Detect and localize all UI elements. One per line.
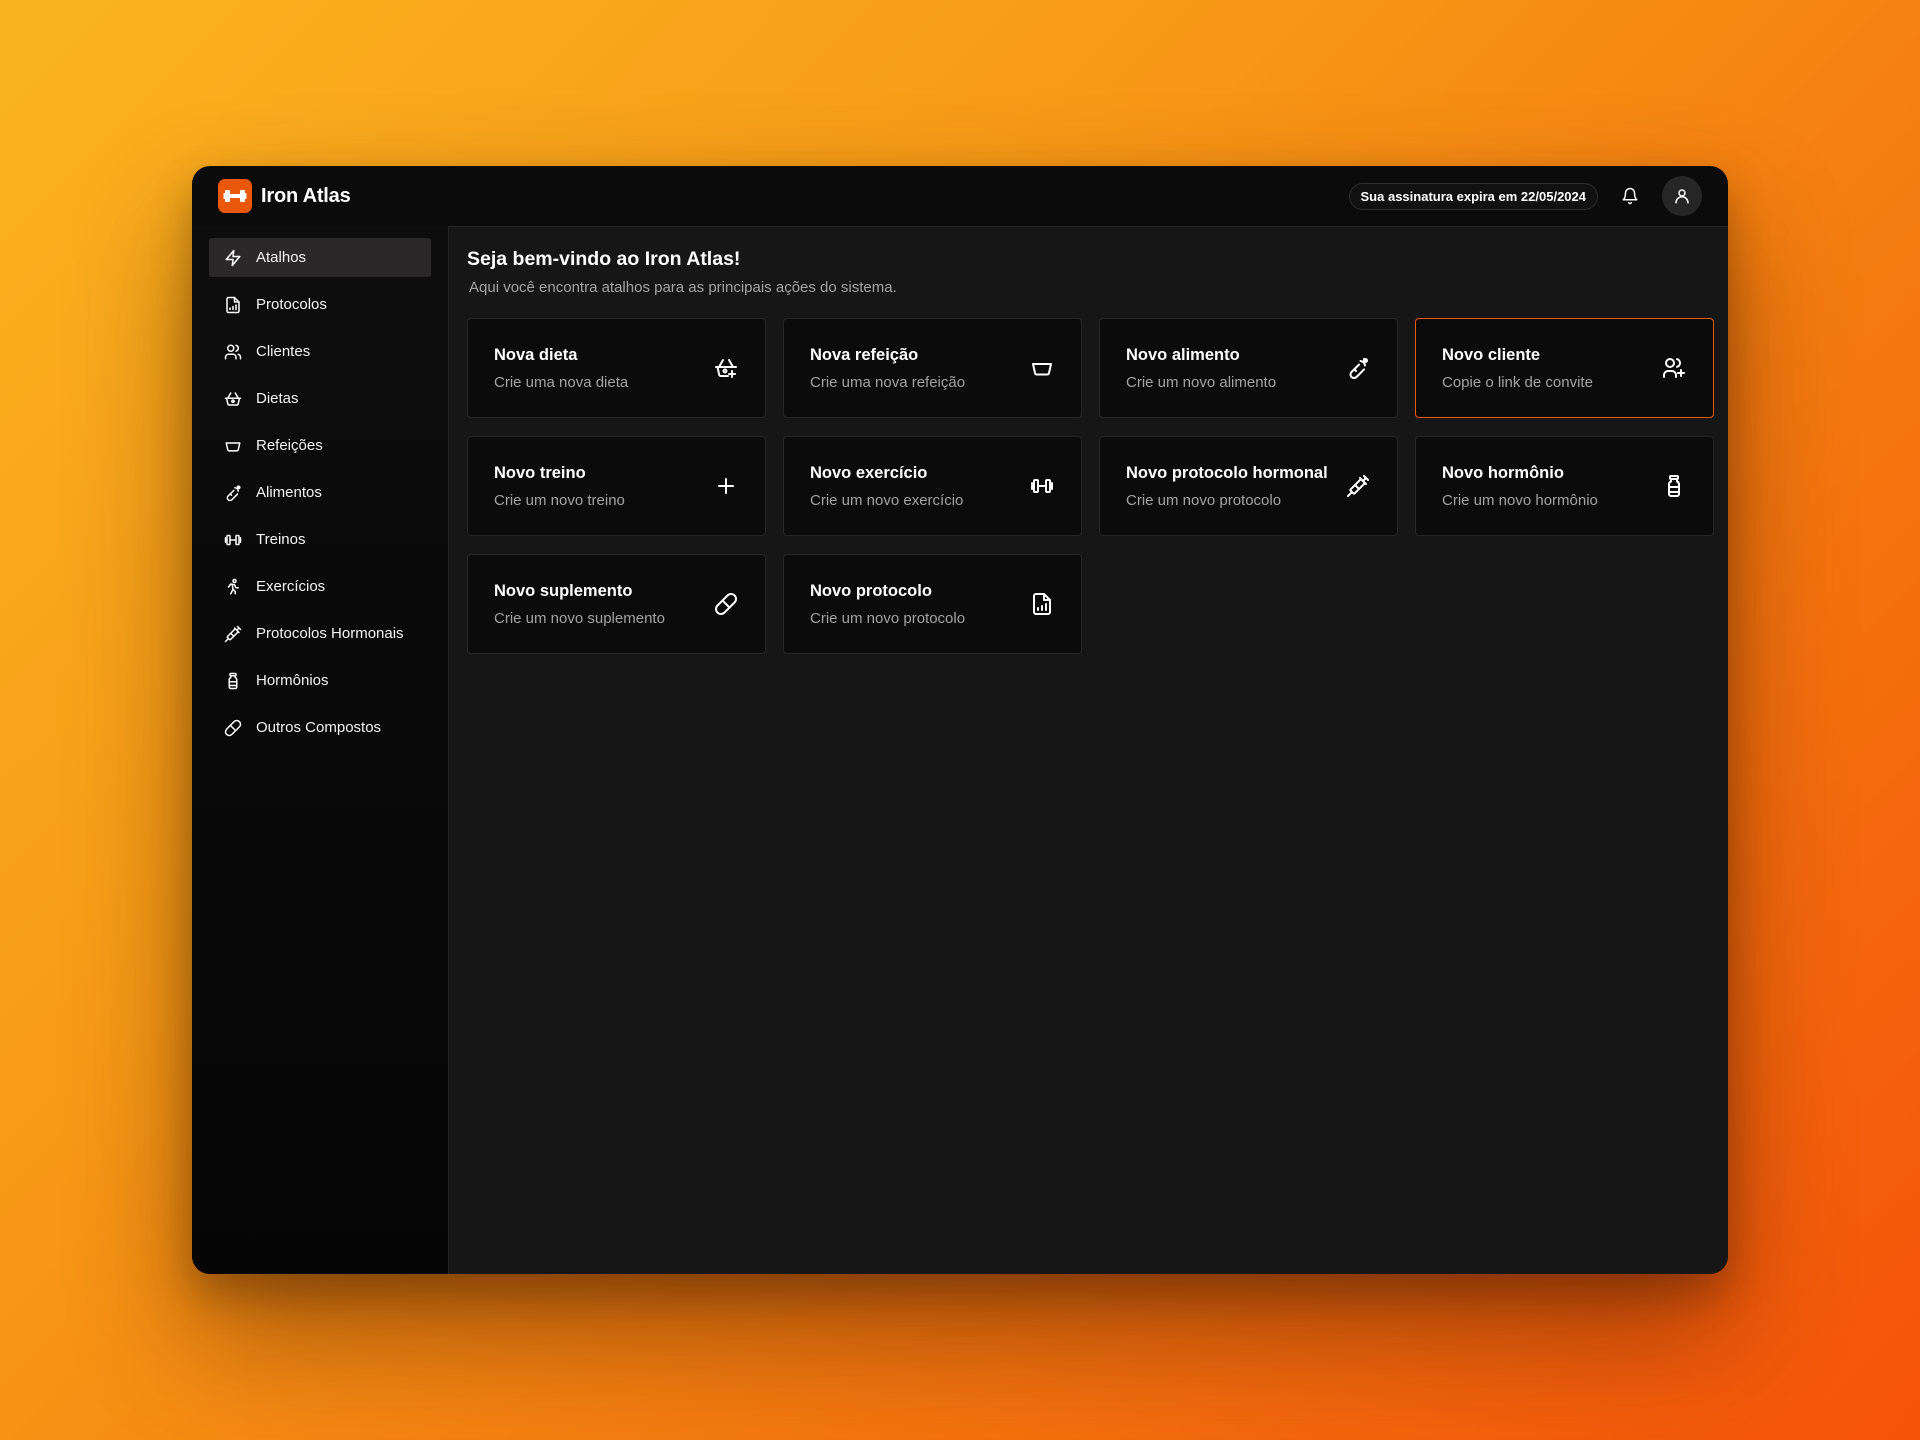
shortcut-card-novo-protocolo[interactable]: Novo protocolo Crie um novo protocolo: [783, 554, 1082, 654]
shortcut-card-nova-refeicao[interactable]: Nova refeição Crie uma nova refeição: [783, 318, 1082, 418]
sidebar-item-label: Atalhos: [256, 249, 307, 266]
bowl-icon: [223, 436, 242, 455]
card-title: Novo exercício: [810, 463, 928, 482]
basket-plus-icon: [713, 355, 739, 381]
page-title: Seja bem-vindo ao Iron Atlas!: [467, 248, 741, 270]
card-title: Novo protocolo: [810, 581, 932, 600]
shortcut-card-novo-protocolo-hormonal[interactable]: Novo protocolo hormonal Crie um novo prot…: [1099, 436, 1398, 536]
sidebar-item-label: Refeições: [256, 437, 323, 454]
sidebar-item-clientes[interactable]: Clientes: [209, 332, 431, 371]
app-name: Iron Atlas: [261, 184, 351, 207]
zap-icon: [223, 248, 242, 267]
sidebar-item-label: Outros Compostos: [256, 719, 382, 736]
avatar[interactable]: [1662, 176, 1702, 216]
card-description: Crie um novo protocolo: [1126, 491, 1282, 509]
card-title: Nova refeição: [810, 345, 919, 364]
ham-icon: [1345, 355, 1371, 381]
pill-icon: [223, 718, 242, 737]
sidebar-item-outros-compostos[interactable]: Outros Compostos: [209, 708, 431, 747]
shortcut-card-novo-alimento[interactable]: Novo alimento Crie um novo alimento: [1099, 318, 1398, 418]
sidebar-item-alimentos[interactable]: Alimentos: [209, 473, 431, 512]
card-title: Nova dieta: [494, 345, 578, 364]
page-subtitle: Aqui você encontra atalhos para as princ…: [469, 279, 897, 296]
file-chart-icon: [223, 295, 242, 314]
sidebar: Atalhos Protocolos Clientes Dietas Refei…: [192, 226, 448, 1274]
sidebar-item-refeicoes[interactable]: Refeições: [209, 426, 431, 465]
shortcut-grid: Nova dieta Crie uma nova dieta Nova refei…: [467, 318, 1714, 654]
sidebar-item-label: Protocolos: [256, 296, 327, 313]
sidebar-item-protocolos[interactable]: Protocolos: [209, 285, 431, 324]
shortcut-card-novo-cliente[interactable]: Novo cliente Copie o link de convite: [1415, 318, 1714, 418]
card-description: Crie um novo suplemento: [494, 609, 665, 627]
pill-icon: [713, 591, 739, 617]
card-title: Novo alimento: [1126, 345, 1240, 364]
card-description: Crie um novo hormônio: [1442, 491, 1598, 509]
card-description: Crie uma nova dieta: [494, 373, 629, 391]
shortcut-card-novo-suplemento[interactable]: Novo suplemento Crie um novo suplemento: [467, 554, 766, 654]
sidebar-item-protocolos-hormonais[interactable]: Protocolos Hormonais: [209, 614, 431, 653]
sidebar-item-label: Dietas: [256, 390, 299, 407]
shortcut-card-nova-dieta[interactable]: Nova dieta Crie uma nova dieta: [467, 318, 766, 418]
sidebar-item-hormonios[interactable]: Hormônios: [209, 661, 431, 700]
card-title: Novo hormônio: [1442, 463, 1564, 482]
bowl-icon: [1029, 355, 1055, 381]
ham-icon: [223, 483, 242, 502]
card-title: Novo protocolo hormonal: [1126, 463, 1328, 482]
shortcut-card-novo-hormonio[interactable]: Novo hormônio Crie um novo hormônio: [1415, 436, 1714, 536]
card-description: Crie um novo treino: [494, 491, 625, 509]
user-icon: [1675, 189, 1689, 204]
user-plus-icon: [1661, 355, 1687, 381]
card-description: Copie o link de convite: [1442, 373, 1593, 391]
sidebar-item-atalhos[interactable]: Atalhos: [209, 238, 431, 277]
syringe-icon: [223, 624, 242, 643]
sidebar-item-treinos[interactable]: Treinos: [209, 520, 431, 559]
card-description: Crie uma nova refeição: [810, 373, 966, 391]
syringe-icon: [1345, 473, 1371, 499]
main-content: Seja bem-vindo ao Iron Atlas! Aqui você …: [448, 226, 1728, 1274]
plus-icon: [713, 473, 739, 499]
shortcut-card-novo-exercicio[interactable]: Novo exercício Crie um novo exercício: [783, 436, 1082, 536]
running-icon: [223, 577, 242, 596]
card-title: Novo treino: [494, 463, 586, 482]
vial-icon: [1661, 473, 1687, 499]
dumbbell-icon: [223, 530, 242, 549]
users-icon: [223, 342, 242, 361]
card-title: Novo cliente: [1442, 345, 1541, 364]
sidebar-item-label: Exercícios: [256, 578, 326, 595]
file-chart-icon: [1029, 591, 1055, 617]
sidebar-item-dietas[interactable]: Dietas: [209, 379, 431, 418]
dumbbell-icon: [1029, 473, 1055, 499]
app-window: Iron Atlas Sua assinatura expira em 22/0…: [192, 166, 1728, 1274]
card-description: Crie um novo protocolo: [810, 609, 966, 627]
card-description: Crie um novo exercício: [810, 491, 964, 509]
card-title: Novo suplemento: [494, 581, 633, 600]
sidebar-item-label: Treinos: [256, 531, 306, 548]
brand[interactable]: Iron Atlas: [218, 179, 351, 213]
sidebar-item-exercicios[interactable]: Exercícios: [209, 567, 431, 606]
sidebar-item-label: Protocolos Hormonais: [256, 625, 404, 642]
top-bar: Iron Atlas Sua assinatura expira em 22/0…: [192, 166, 1728, 226]
vial-icon: [223, 671, 242, 690]
subscription-badge: Sua assinatura expira em 22/05/2024: [1348, 182, 1598, 210]
basket-icon: [223, 389, 242, 408]
sidebar-item-label: Clientes: [256, 343, 311, 360]
shortcut-card-novo-treino[interactable]: Novo treino Crie um novo treino: [467, 436, 766, 536]
dumbbell-logo-icon: [218, 179, 252, 213]
sidebar-item-label: Hormônios: [256, 672, 329, 689]
card-description: Crie um novo alimento: [1126, 373, 1277, 391]
sidebar-item-label: Alimentos: [256, 484, 322, 501]
bell-icon[interactable]: [1612, 178, 1648, 214]
